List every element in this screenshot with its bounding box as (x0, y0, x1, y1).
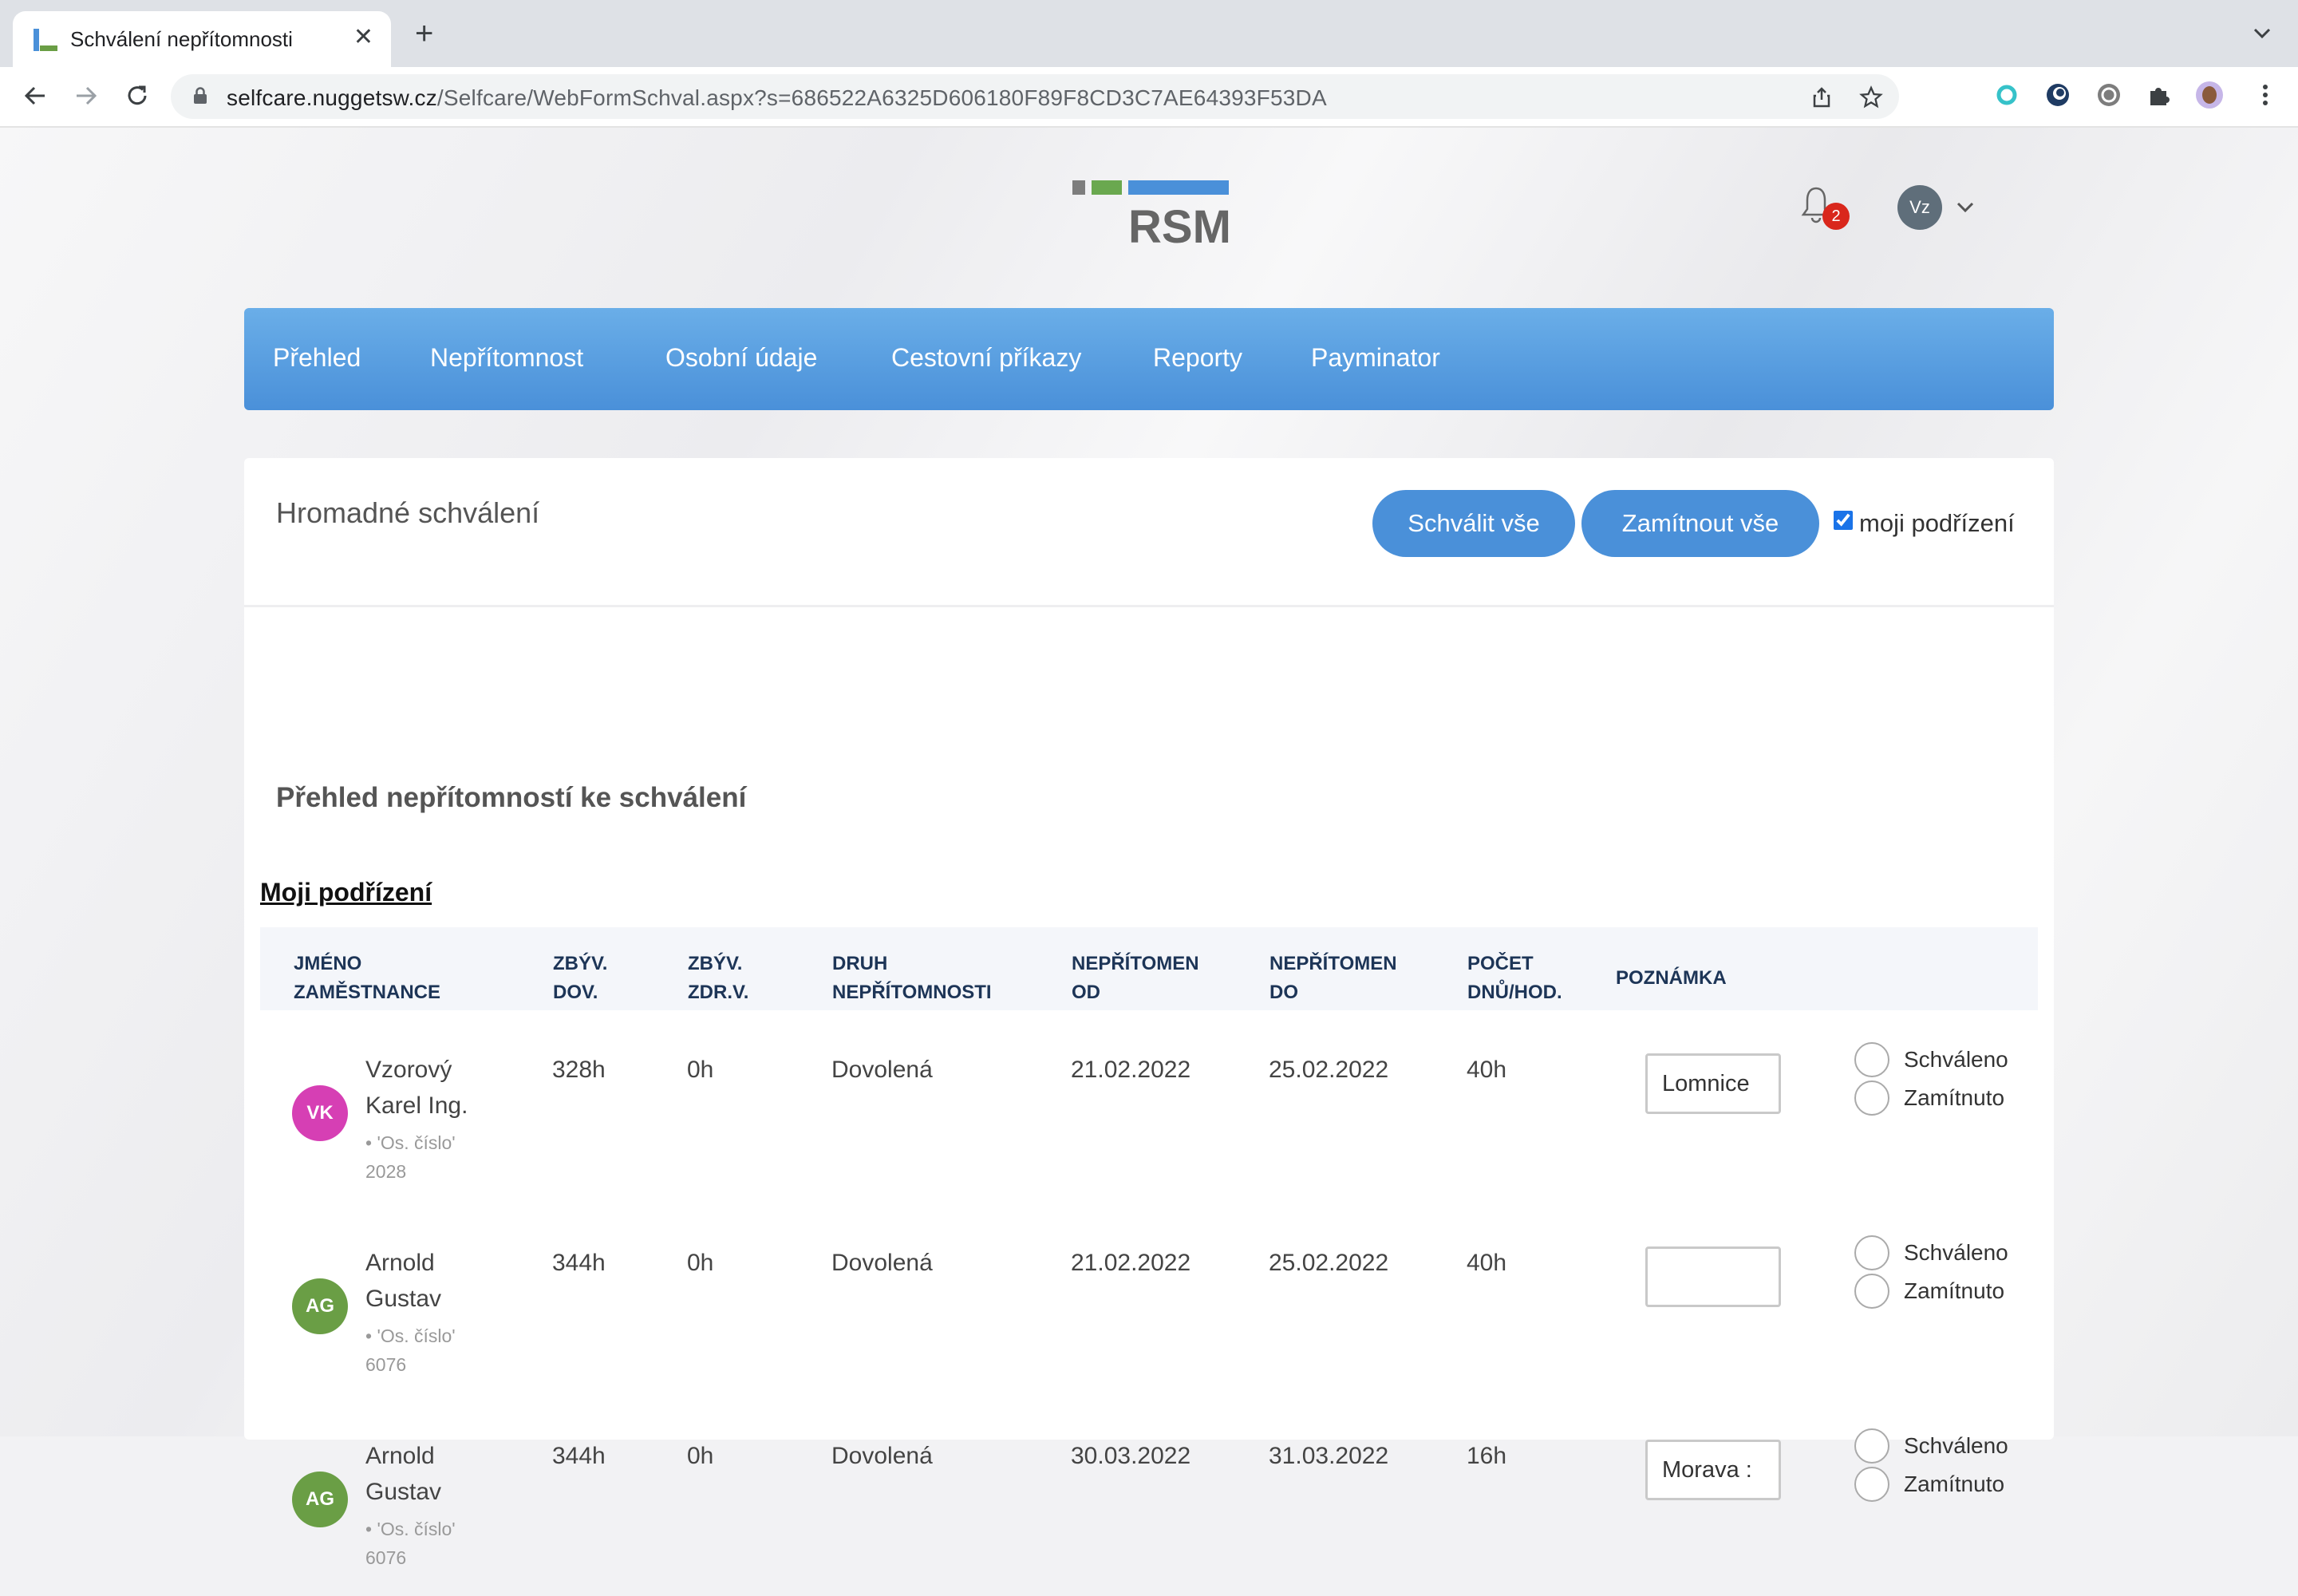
absent-from: 30.03.2022 (1071, 1443, 1191, 1469)
subordinates-label: moji podřízení (1859, 509, 2015, 537)
approve-radio-label: Schváleno (1904, 1047, 2008, 1072)
reject-radio[interactable] (1854, 1080, 1889, 1116)
menu-item-prehled[interactable]: Přehled (273, 343, 361, 373)
chevron-down-icon[interactable] (1955, 200, 1976, 215)
col-header-sick-left: ZBÝV. ZDR.V. (688, 953, 749, 1003)
approve-radio[interactable] (1854, 1042, 1889, 1077)
forward-arrow-icon[interactable] (72, 81, 101, 110)
employee-number: • 'Os. číslo' 2028 (365, 1132, 456, 1182)
approve-radio-label: Schváleno (1904, 1240, 2008, 1265)
table-row: AG Arnold Gustav • 'Os. číslo' 6076 344h 0… (260, 1404, 2038, 1596)
tab-search-chevron-icon[interactable] (2250, 21, 2274, 45)
approve-radio[interactable] (1854, 1428, 1889, 1464)
browser-toolbar: selfcare.nuggetsw.cz/Selfcare/WebFormSch… (0, 67, 2298, 128)
profile-avatar-icon[interactable] (2196, 81, 2223, 109)
employee-name: Arnold Gustav (365, 1250, 442, 1312)
address-bar[interactable]: selfcare.nuggetsw.cz/Selfcare/WebFormSch… (171, 74, 1899, 119)
main-menu: Přehled Nepřítomnost Osobní údaje Cestov… (244, 308, 2054, 410)
subordinates-checkbox[interactable] (1834, 511, 1853, 530)
employee-avatar: AG (292, 1278, 348, 1334)
note-input[interactable] (1645, 1246, 1781, 1307)
back-arrow-icon[interactable] (21, 81, 49, 110)
col-header-note: POZNÁMKA (1616, 967, 1727, 989)
rsm-logo: RSM (1072, 180, 1229, 246)
url-text: selfcare.nuggetsw.cz/Selfcare/WebFormSch… (227, 85, 1327, 110)
reject-radio-label: Zamítnuto (1904, 1278, 2005, 1303)
lock-icon[interactable] (193, 87, 207, 105)
share-icon[interactable] (1810, 85, 1834, 109)
reload-icon[interactable] (123, 81, 152, 110)
table-header: JMÉNO ZAMĚSTNANCE ZBÝV. DOV. ZBÝV. ZDR.V. D… (260, 927, 2038, 1010)
menu-item-cestovni-prikazy[interactable]: Cestovní příkazy (891, 343, 1081, 373)
sick-left: 0h (687, 1250, 714, 1276)
extensions-puzzle-icon[interactable] (2146, 81, 2174, 109)
col-header-count: POČET DNŮ/HOD. (1467, 953, 1562, 1003)
approve-all-button[interactable]: Schválit vše (1372, 490, 1575, 557)
page-background: RSM 2 Vz Přehled Nepřítomnost Osobní úda… (0, 128, 2298, 1568)
employee-name: Arnold Gustav (365, 1443, 442, 1505)
absent-from: 21.02.2022 (1071, 1250, 1191, 1276)
employee-avatar: VK (292, 1085, 348, 1141)
col-header-absence-type: DRUH NEPŘÍTOMNOSTI (832, 953, 992, 1003)
absence-count: 40h (1467, 1057, 1507, 1083)
menu-item-nepritomnost[interactable]: Nepřítomnost (430, 343, 583, 373)
tab-close-icon[interactable]: ✕ (353, 26, 373, 49)
group-title: Moji podřízení (260, 878, 432, 907)
sick-left: 0h (687, 1057, 714, 1083)
user-avatar[interactable]: Vz (1897, 185, 1942, 230)
employee-number: • 'Os. číslo' 6076 (365, 1519, 456, 1568)
col-header-absent-to: NEPŘÍTOMEN DO (1269, 953, 1397, 1003)
col-header-name: JMÉNO ZAMĚSTNANCE (294, 953, 440, 1003)
reject-radio-label: Zamítnuto (1904, 1472, 2005, 1496)
card-title: Hromadné schválení (276, 496, 540, 529)
sick-left: 0h (687, 1443, 714, 1469)
absence-type: Dovolená (831, 1443, 933, 1469)
vacation-left: 328h (552, 1057, 606, 1083)
menu-item-payminator[interactable]: Payminator (1311, 343, 1440, 373)
card-header: Hromadné schválení Schválit vše Zamítnou… (244, 458, 2054, 607)
bookmark-star-icon[interactable] (1859, 85, 1883, 109)
vacation-left: 344h (552, 1250, 606, 1276)
note-input[interactable]: Morava : (1645, 1440, 1781, 1500)
absent-to: 25.02.2022 (1269, 1250, 1389, 1276)
approve-radio-label: Schváleno (1904, 1433, 2008, 1458)
reject-radio[interactable] (1854, 1274, 1889, 1309)
reject-radio[interactable] (1854, 1467, 1889, 1502)
site-favicon-icon (34, 29, 57, 51)
approval-card: Hromadné schválení Schválit vše Zamítnou… (244, 458, 2054, 1568)
browser-tabstrip: Schválení nepřítomnosti ✕ + (0, 0, 2298, 67)
absent-to: 31.03.2022 (1269, 1443, 1389, 1469)
absent-from: 21.02.2022 (1071, 1057, 1191, 1083)
absent-to: 25.02.2022 (1269, 1057, 1389, 1083)
reject-radio-label: Zamítnuto (1904, 1085, 2005, 1110)
col-header-absent-from: NEPŘÍTOMEN OD (1072, 953, 1199, 1003)
extension-dark-icon[interactable] (2044, 81, 2071, 109)
extension-gray-icon[interactable] (2095, 81, 2122, 109)
employee-name: Vzorový Karel Ing. (365, 1057, 468, 1119)
notification-count-badge: 2 (1822, 203, 1850, 230)
browser-menu-icon[interactable] (2252, 81, 2279, 109)
extension-ring-icon[interactable] (1993, 81, 2020, 109)
menu-item-reporty[interactable]: Reporty (1153, 343, 1242, 373)
absence-count: 40h (1467, 1250, 1507, 1276)
note-input[interactable]: Lomnice (1645, 1053, 1781, 1114)
section-subtitle: Přehled nepřítomností ke schválení (276, 782, 747, 813)
employee-avatar: AG (292, 1472, 348, 1527)
absence-type: Dovolená (831, 1057, 933, 1083)
col-header-vacation-left: ZBÝV. DOV. (553, 953, 608, 1003)
vacation-left: 344h (552, 1443, 606, 1469)
table-row: VK Vzorový Karel Ing. • 'Os. číslo' 2028 3… (260, 1018, 2038, 1210)
svg-text:RSM: RSM (1128, 201, 1229, 246)
table-row: AG Arnold Gustav • 'Os. číslo' 6076 344h 0… (260, 1211, 2038, 1403)
absence-type: Dovolená (831, 1250, 933, 1276)
tab-title: Schválení nepřítomnosti (70, 27, 293, 51)
browser-tab[interactable]: Schválení nepřítomnosti ✕ (13, 11, 391, 67)
approve-radio[interactable] (1854, 1235, 1889, 1270)
absence-count: 16h (1467, 1443, 1507, 1469)
reject-all-button[interactable]: Zamítnout vše (1581, 490, 1819, 557)
employee-number: • 'Os. číslo' 6076 (365, 1325, 456, 1375)
new-tab-icon[interactable]: + (415, 18, 433, 49)
menu-item-osobni-udaje[interactable]: Osobní údaje (665, 343, 817, 373)
